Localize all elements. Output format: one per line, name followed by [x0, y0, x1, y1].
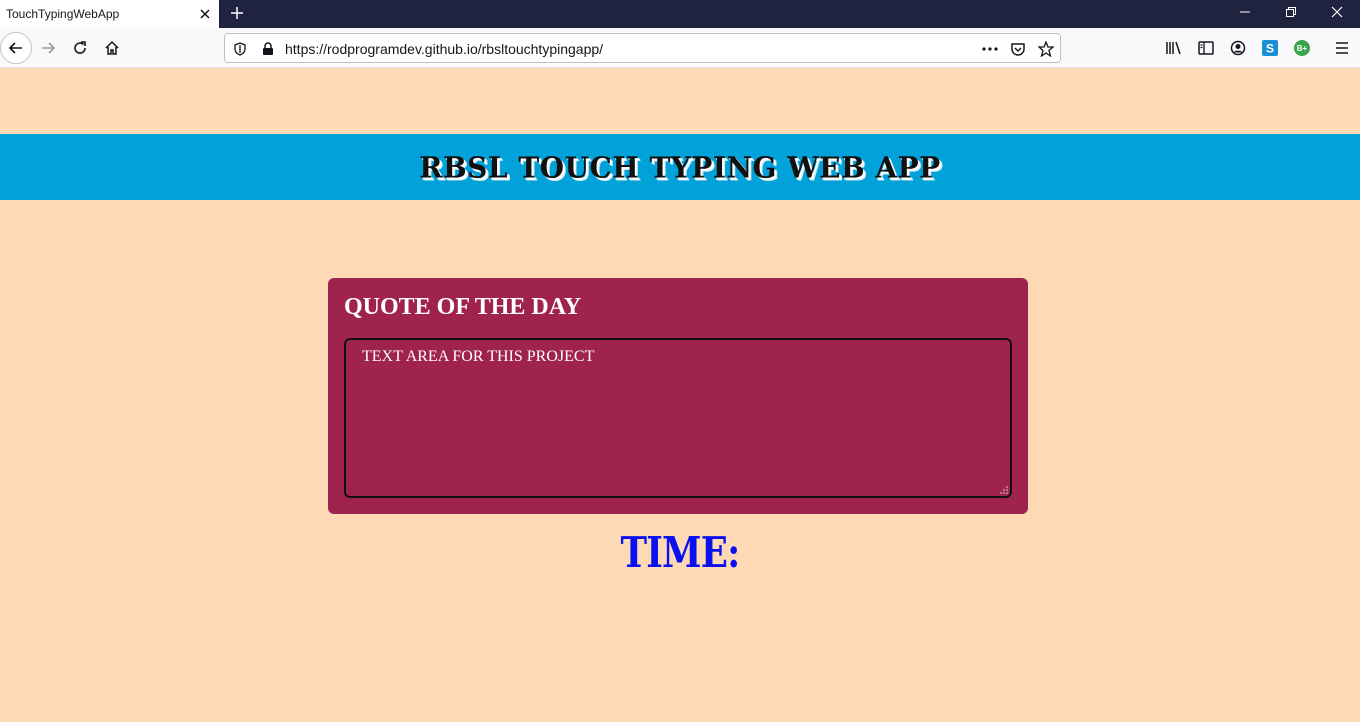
forward-button[interactable]	[32, 32, 64, 64]
close-window-icon[interactable]	[1314, 0, 1360, 24]
extension-b-icon[interactable]: B+	[1292, 38, 1312, 58]
page-title: RBSL TOUCH TYPING WEB APP	[419, 149, 941, 185]
resize-grip-icon[interactable]	[1000, 486, 1008, 494]
bookmark-star-icon[interactable]	[1037, 40, 1055, 58]
restore-icon[interactable]	[1268, 0, 1314, 24]
extension-s-icon[interactable]: S	[1260, 38, 1280, 58]
account-icon[interactable]	[1228, 38, 1248, 58]
tab-active[interactable]: TouchTypingWebApp	[0, 0, 219, 28]
back-button[interactable]	[0, 32, 32, 64]
hamburger-menu-icon[interactable]	[1332, 38, 1352, 58]
back-arrow-icon	[8, 42, 22, 54]
minimize-icon[interactable]	[1222, 0, 1268, 24]
sidebar-icon[interactable]	[1196, 38, 1216, 58]
new-tab-icon[interactable]	[224, 0, 250, 26]
home-button[interactable]	[96, 32, 128, 64]
reload-button[interactable]	[64, 32, 96, 64]
tab-title: TouchTypingWebApp	[6, 7, 120, 21]
lock-icon[interactable]	[259, 40, 277, 58]
home-icon	[105, 40, 119, 55]
navigation-toolbar: https://rodprogramdev.github.io/rbsltouc…	[0, 28, 1360, 68]
header-band: RBSL TOUCH TYPING WEB APP	[0, 134, 1360, 200]
timer: TIME:	[0, 528, 1360, 577]
tab-strip: TouchTypingWebApp	[0, 0, 1360, 28]
quote-heading: QUOTE OF THE DAY	[344, 294, 582, 320]
pocket-icon[interactable]	[1009, 40, 1027, 58]
reload-icon	[74, 41, 86, 54]
typing-textarea[interactable]: TEXT AREA FOR THIS PROJECT	[344, 338, 1012, 498]
forward-arrow-icon	[42, 42, 56, 54]
more-actions-icon[interactable]	[981, 40, 999, 58]
extension-b-label: B+	[1297, 44, 1308, 53]
url-text[interactable]: https://rodprogramdev.github.io/rbsltouc…	[285, 41, 603, 57]
tracking-shield-icon[interactable]	[231, 40, 249, 58]
timer-label: TIME:	[620, 528, 741, 577]
library-icon[interactable]	[1164, 38, 1184, 58]
quote-card: QUOTE OF THE DAY TEXT AREA FOR THIS PROJ…	[328, 278, 1028, 514]
extension-s-label: S	[1266, 42, 1274, 56]
close-tab-icon[interactable]	[191, 0, 219, 28]
url-bar[interactable]: https://rodprogramdev.github.io/rbsltouc…	[224, 33, 1061, 63]
